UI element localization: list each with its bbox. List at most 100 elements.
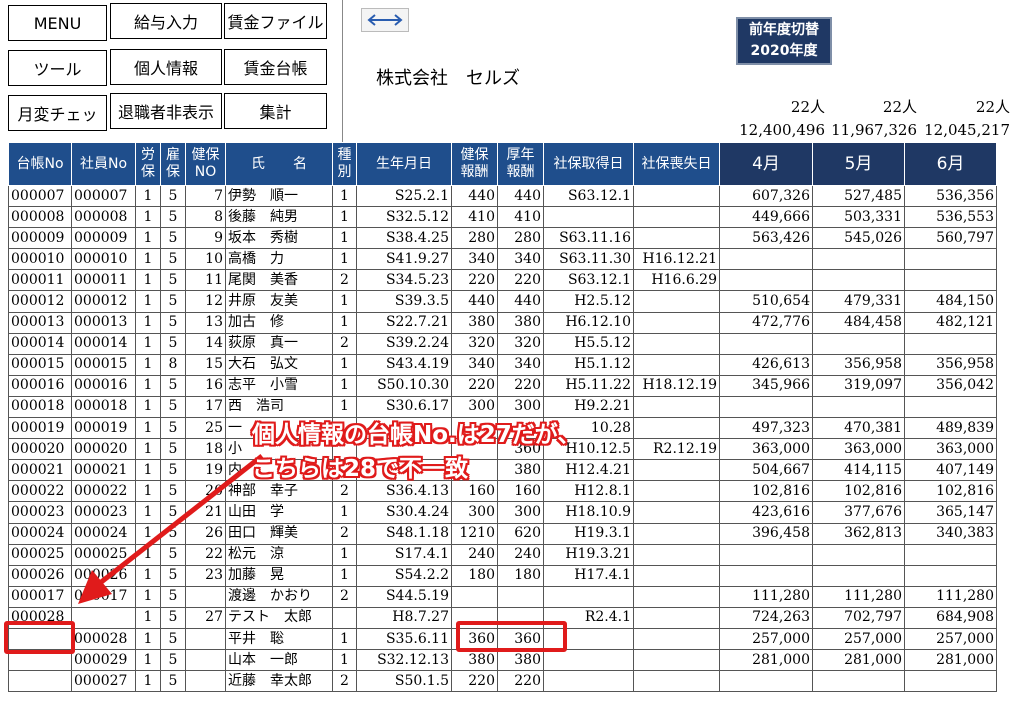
cell-shubetsu[interactable]: 1 <box>332 649 357 672</box>
cell-june[interactable]: 536,553 <box>904 206 997 229</box>
cell-shain-no[interactable]: 000023 <box>71 501 136 524</box>
cell-shuto[interactable]: H18.10.9 <box>543 501 634 524</box>
cell-shuto[interactable]: H19.3.1 <box>543 522 634 545</box>
cell-june[interactable]: 560,797 <box>904 227 997 250</box>
cell-rouho[interactable]: 1 <box>135 459 161 482</box>
cell-june[interactable]: 536,356 <box>904 184 997 208</box>
cell-shuto[interactable] <box>543 649 634 672</box>
cell-koho[interactable]: 5 <box>160 564 186 587</box>
cell-soshitsu[interactable] <box>633 332 720 355</box>
cell-soshitsu[interactable] <box>633 606 720 629</box>
cell-koho[interactable]: 5 <box>160 543 186 566</box>
cell-shuto[interactable]: H9.2.21 <box>543 395 634 419</box>
cell-shubetsu[interactable] <box>332 606 357 629</box>
cell-kenpo-no[interactable] <box>185 585 226 608</box>
cell-april[interactable]: 510,654 <box>719 290 813 313</box>
cell-kounen-hoshu[interactable]: 440 <box>497 184 544 208</box>
cell-shain-no[interactable]: 000026 <box>71 564 136 587</box>
cell-shuto[interactable]: H17.4.1 <box>543 564 634 587</box>
cell-june[interactable]: 356,042 <box>904 374 997 397</box>
cell-june[interactable]: 484,150 <box>904 290 997 313</box>
cell-birth[interactable]: S39.2.24 <box>356 332 452 355</box>
cell-soshitsu[interactable] <box>633 290 720 313</box>
cell-koho[interactable]: 5 <box>160 417 186 440</box>
cell-kenpo-hoshu[interactable]: 220 <box>451 269 498 292</box>
cell-name[interactable]: 志平 小雪 <box>225 374 333 397</box>
cell-kenpo-hoshu[interactable]: 320 <box>451 332 498 355</box>
cell-may[interactable]: 102,816 <box>812 480 905 503</box>
cell-rouho[interactable]: 1 <box>135 206 161 229</box>
cell-koho[interactable]: 5 <box>160 480 186 503</box>
cell-soshitsu[interactable] <box>633 501 720 524</box>
cell-name[interactable]: 西 浩司 <box>225 395 333 419</box>
getsuhen-check-button[interactable]: 月変チェッ <box>8 95 107 131</box>
cell-shuto[interactable]: H5.11.22 <box>543 374 634 397</box>
cell-soshitsu[interactable]: H18.12.19 <box>633 374 720 397</box>
cell-kenpo-no[interactable]: 7 <box>185 184 226 208</box>
cell-kenpo-no[interactable]: 20 <box>185 480 226 503</box>
cell-daicho-no[interactable]: 000010 <box>8 248 72 271</box>
cell-kenpo-hoshu[interactable] <box>451 585 498 608</box>
table-row[interactable]: 000011 000011 1 5 11 尾関 美香 2 S34.5.23 220 220 S63.… <box>8 269 997 292</box>
cell-name[interactable]: 松元 涼 <box>225 543 333 566</box>
table-row[interactable]: 000023 000023 1 5 21 山田 学 1 S30.4.24 300 300 H18.1… <box>8 501 997 524</box>
cell-april[interactable]: 102,816 <box>719 480 813 503</box>
cell-kenpo-no[interactable] <box>185 627 226 651</box>
table-row[interactable]: 000027 1 5 近藤 幸太郎 2 S50.1.5 220 220 <box>8 670 997 693</box>
cell-april[interactable]: 363,000 <box>719 438 813 461</box>
cell-kounen-hoshu[interactable]: 220 <box>497 670 544 693</box>
cell-may[interactable] <box>812 332 905 355</box>
cell-rouho[interactable]: 1 <box>135 564 161 587</box>
cell-kenpo-no[interactable]: 13 <box>185 311 226 334</box>
cell-april[interactable]: 426,613 <box>719 353 813 376</box>
cell-june[interactable]: 257,000 <box>904 627 997 651</box>
cell-soshitsu[interactable]: R2.12.19 <box>633 438 720 461</box>
cell-june[interactable]: 281,000 <box>904 649 997 672</box>
cell-rouho[interactable]: 1 <box>135 585 161 608</box>
table-row[interactable]: 000026 000026 1 5 23 加藤 晃 1 S54.2.2 180 180 H17.4.… <box>8 564 997 587</box>
cell-may[interactable]: 545,026 <box>812 227 905 250</box>
cell-birth[interactable]: S30.4.24 <box>356 501 452 524</box>
cell-kenpo-hoshu[interactable]: 240 <box>451 543 498 566</box>
cell-rouho[interactable]: 1 <box>135 248 161 271</box>
cell-soshitsu[interactable] <box>633 459 720 482</box>
cell-daicho-no[interactable]: 000014 <box>8 332 72 355</box>
cell-soshitsu[interactable] <box>633 311 720 334</box>
cell-june[interactable]: 482,121 <box>904 311 997 334</box>
cell-name[interactable]: 坂本 秀樹 <box>225 227 333 250</box>
cell-koho[interactable]: 5 <box>160 395 186 419</box>
cell-rouho[interactable]: 1 <box>135 522 161 545</box>
cell-june[interactable] <box>904 395 997 419</box>
table-row[interactable]: 000015 000015 1 8 15 大石 弘文 1 S43.4.19 340 340 H5.1… <box>8 353 997 376</box>
cell-name[interactable]: 加古 修 <box>225 311 333 334</box>
taishokusha-hihyoji-button[interactable]: 退職者非表示 <box>110 93 222 129</box>
cell-kenpo-no[interactable]: 26 <box>185 522 226 545</box>
cell-birth[interactable]: S30.6.17 <box>356 395 452 419</box>
cell-kounen-hoshu[interactable]: 380 <box>497 649 544 672</box>
cell-june[interactable]: 111,280 <box>904 585 997 608</box>
cell-daicho-no[interactable]: 000021 <box>8 459 72 482</box>
cell-kenpo-no[interactable] <box>185 649 226 672</box>
cell-may[interactable]: 503,331 <box>812 206 905 229</box>
cell-april[interactable] <box>719 248 813 271</box>
cell-shain-no[interactable]: 000017 <box>71 585 136 608</box>
cell-june[interactable]: 340,383 <box>904 522 997 545</box>
cell-april[interactable]: 345,966 <box>719 374 813 397</box>
cell-kounen-hoshu[interactable]: 340 <box>497 353 544 376</box>
cell-rouho[interactable]: 1 <box>135 395 161 419</box>
cell-may[interactable]: 363,000 <box>812 438 905 461</box>
cell-may[interactable] <box>812 269 905 292</box>
cell-daicho-no[interactable]: 000012 <box>8 290 72 313</box>
cell-may[interactable] <box>812 248 905 271</box>
cell-soshitsu[interactable] <box>633 627 720 651</box>
cell-kounen-hoshu[interactable]: 300 <box>497 395 544 419</box>
cell-june[interactable] <box>904 543 997 566</box>
cell-april[interactable]: 396,458 <box>719 522 813 545</box>
cell-shain-no[interactable]: 000027 <box>71 670 136 693</box>
cell-rouho[interactable]: 1 <box>135 649 161 672</box>
cell-kounen-hoshu[interactable]: 340 <box>497 248 544 271</box>
cell-rouho[interactable]: 1 <box>135 606 161 629</box>
tool-button[interactable]: ツール <box>8 50 107 86</box>
cell-name[interactable]: 山本 一郎 <box>225 649 333 672</box>
cell-rouho[interactable]: 1 <box>135 438 161 461</box>
